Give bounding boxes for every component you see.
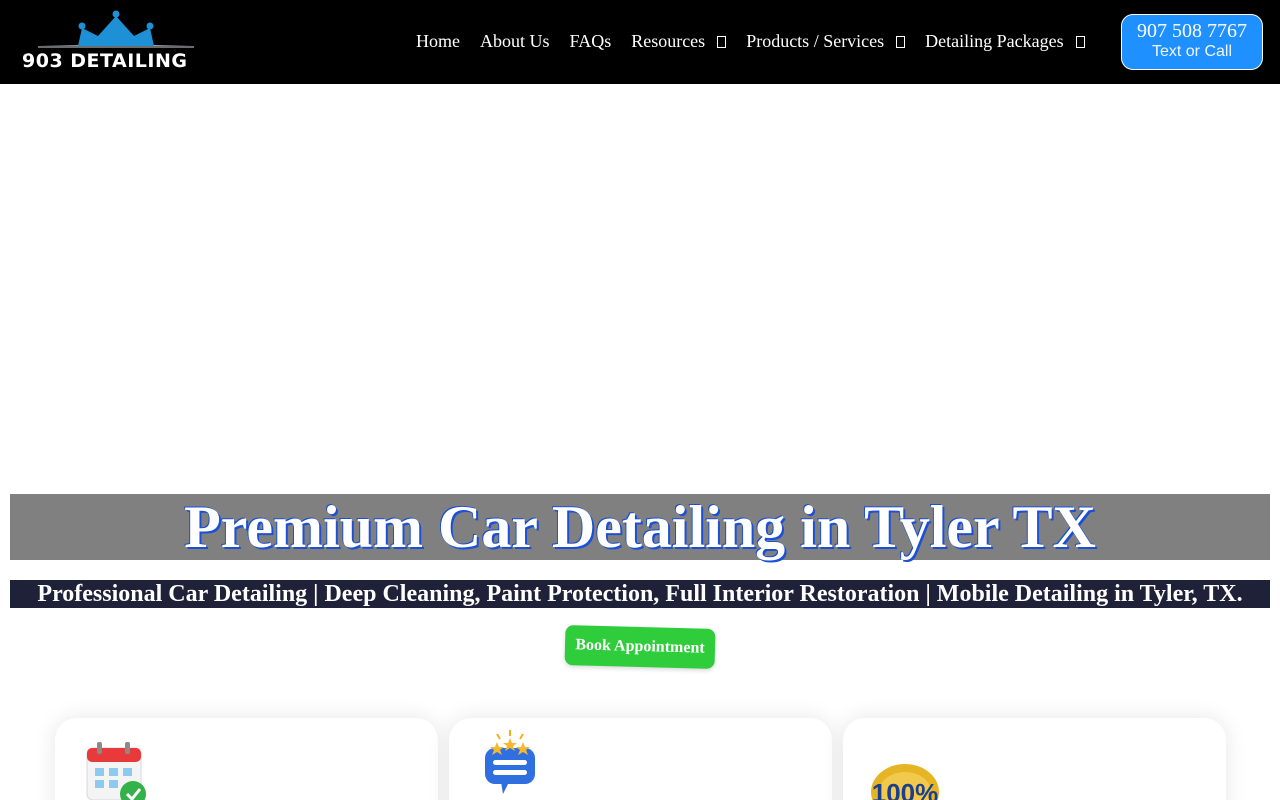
- dropdown-icon: [1075, 35, 1085, 48]
- nav-about-us-label: About Us: [480, 30, 550, 51]
- nav-detailing-packages[interactable]: Detailing Packages: [925, 30, 1085, 52]
- nav-detailing-packages-label: Detailing Packages: [925, 30, 1064, 51]
- site-header: 903 DETAILING Home About Us FAQs Resourc…: [0, 0, 1280, 84]
- feature-card: [449, 718, 832, 800]
- hero-title-banner: Premium Car Detailing in Tyler TX: [10, 494, 1270, 560]
- hero-subtitle: Professional Car Detailing | Deep Cleani…: [37, 581, 1243, 607]
- nav-resources-label: Resources: [631, 30, 706, 51]
- calendar-check-icon: [86, 742, 146, 800]
- nav-products-services-label: Products / Services: [746, 30, 885, 51]
- nav-faqs[interactable]: FAQs: [570, 31, 612, 52]
- dropdown-icon: [896, 35, 906, 48]
- feature-card: [55, 718, 438, 800]
- call-button[interactable]: 907 508 7767 Text or Call: [1121, 14, 1263, 70]
- cta-phone: 907 508 7767: [1137, 20, 1247, 42]
- nav-home[interactable]: Home: [416, 31, 460, 52]
- nav-products-services[interactable]: Products / Services: [746, 30, 906, 52]
- nav-faqs-label: FAQs: [569, 30, 612, 51]
- page-title: Premium Car Detailing in Tyler TX: [184, 494, 1096, 560]
- review-stars-icon: [485, 730, 535, 794]
- nav-home-label: Home: [416, 30, 460, 51]
- dropdown-icon: [717, 35, 727, 48]
- feature-card: 100%: [843, 718, 1226, 800]
- logo-text: 903 DETAILING: [22, 50, 188, 72]
- hero-subtitle-bar: Professional Car Detailing | Deep Cleani…: [10, 580, 1270, 608]
- main-nav: Home About Us FAQs Resources Products / …: [406, 28, 1095, 54]
- nav-about-us[interactable]: About Us: [480, 31, 550, 52]
- cta-subtext: Text or Call: [1151, 43, 1233, 60]
- guarantee-badge-icon: 100%: [871, 764, 939, 800]
- guarantee-badge-text: 100%: [872, 778, 939, 800]
- nav-resources[interactable]: Resources: [631, 30, 727, 52]
- book-appointment-button[interactable]: Book Appointment: [564, 625, 716, 669]
